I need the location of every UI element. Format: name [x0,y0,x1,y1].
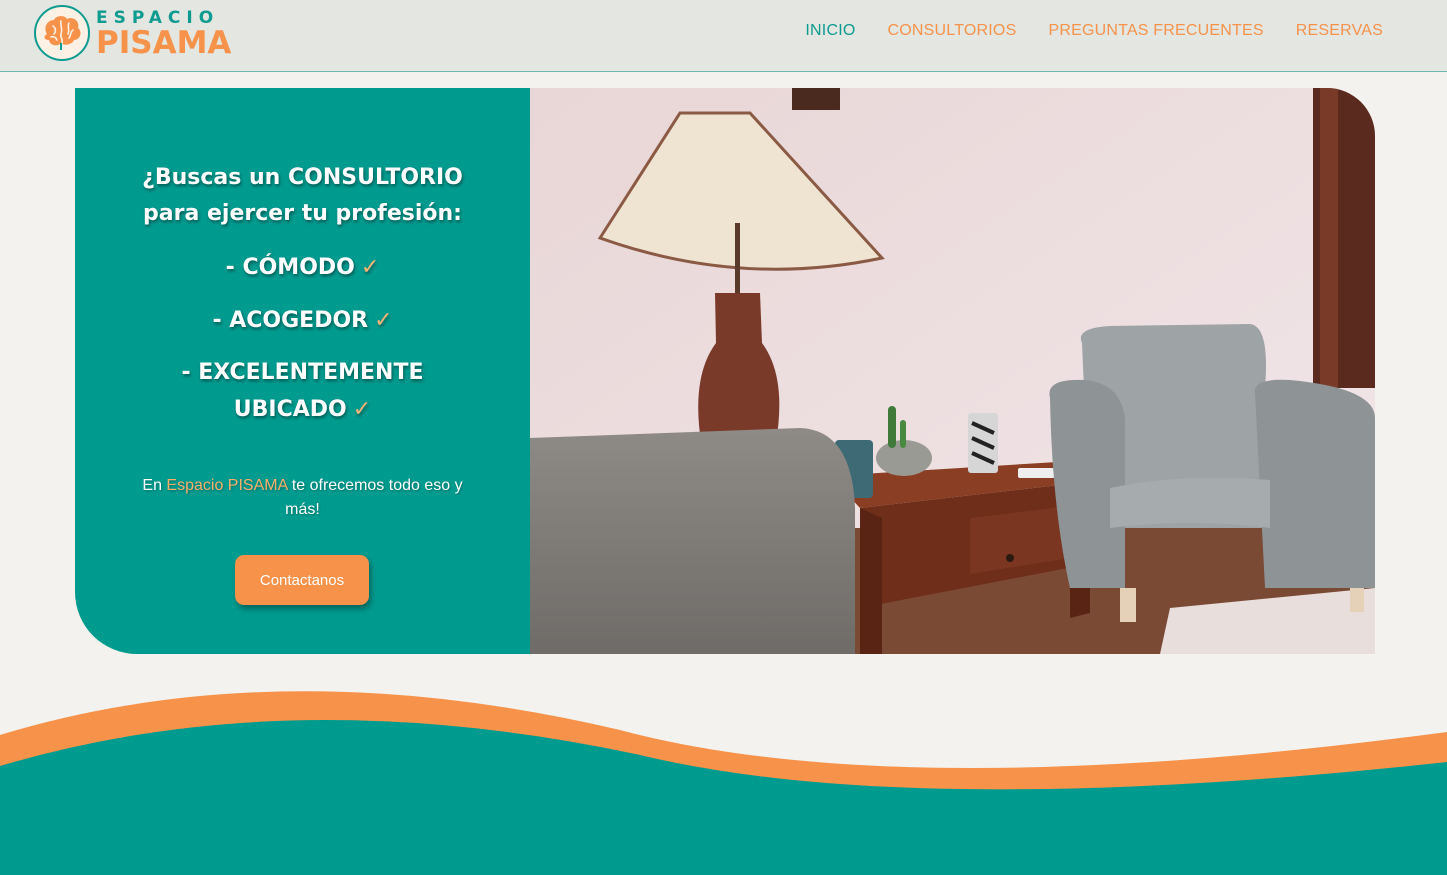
logo-bottom-text: PISAMA [96,24,232,61]
feature-label: - CÓMODO [225,255,355,280]
check-icon: ✓ [374,308,393,333]
feature-ubicado: - EXCELENTEMENTE UBICADO ✓ [75,354,530,428]
page: ESPACIO PISAMA INICIO CONSULTORIOS PREGU… [0,0,1447,875]
check-icon: ✓ [360,255,380,280]
brain-logo-icon [34,5,90,61]
logo-top-text: ESPACIO [96,7,220,28]
feature-label-line-2: UBICADO [233,397,347,422]
feature-acogedor: - ACOGEDOR ✓ [75,302,530,339]
hero-section: ¿Buscas un CONSULTORIO para ejercer tu p… [75,88,1375,654]
nav-consultorios[interactable]: CONSULTORIOS [888,22,1017,40]
logo-wordmark: ESPACIO PISAMA [96,8,231,59]
intro-prefix: En [142,477,167,494]
contact-button[interactable]: Contactanos [235,555,369,605]
nav-preguntas-frecuentes[interactable]: PREGUNTAS FRECUENTES [1048,22,1263,40]
headline-line-2: para ejercer tu profesión: [143,201,462,226]
hero-headline: ¿Buscas un CONSULTORIO para ejercer tu p… [75,160,530,232]
office-photo [530,88,1375,654]
decorative-wave [0,691,1447,875]
site-header: ESPACIO PISAMA INICIO CONSULTORIOS PREGU… [0,0,1447,72]
hero-intro-text: En Espacio PISAMA te ofrecemos todo eso … [135,474,470,522]
main-nav: INICIO CONSULTORIOS PREGUNTAS FRECUENTES… [805,22,1383,40]
feature-label-line-1: - EXCELENTEMENTE [181,360,424,385]
feature-label: - ACOGEDOR [212,308,369,333]
intro-suffix: te ofrecemos todo eso y más! [285,477,463,518]
hero-text-panel: ¿Buscas un CONSULTORIO para ejercer tu p… [75,88,530,654]
check-icon: ✓ [352,397,372,422]
site-logo[interactable]: ESPACIO PISAMA [34,5,231,61]
intro-brand: Espacio PISAMA [166,477,288,494]
headline-line-1: ¿Buscas un CONSULTORIO [142,165,463,190]
nav-inicio[interactable]: INICIO [805,22,855,40]
feature-comodo: - CÓMODO ✓ [75,249,530,286]
nav-reservas[interactable]: RESERVAS [1296,22,1383,40]
